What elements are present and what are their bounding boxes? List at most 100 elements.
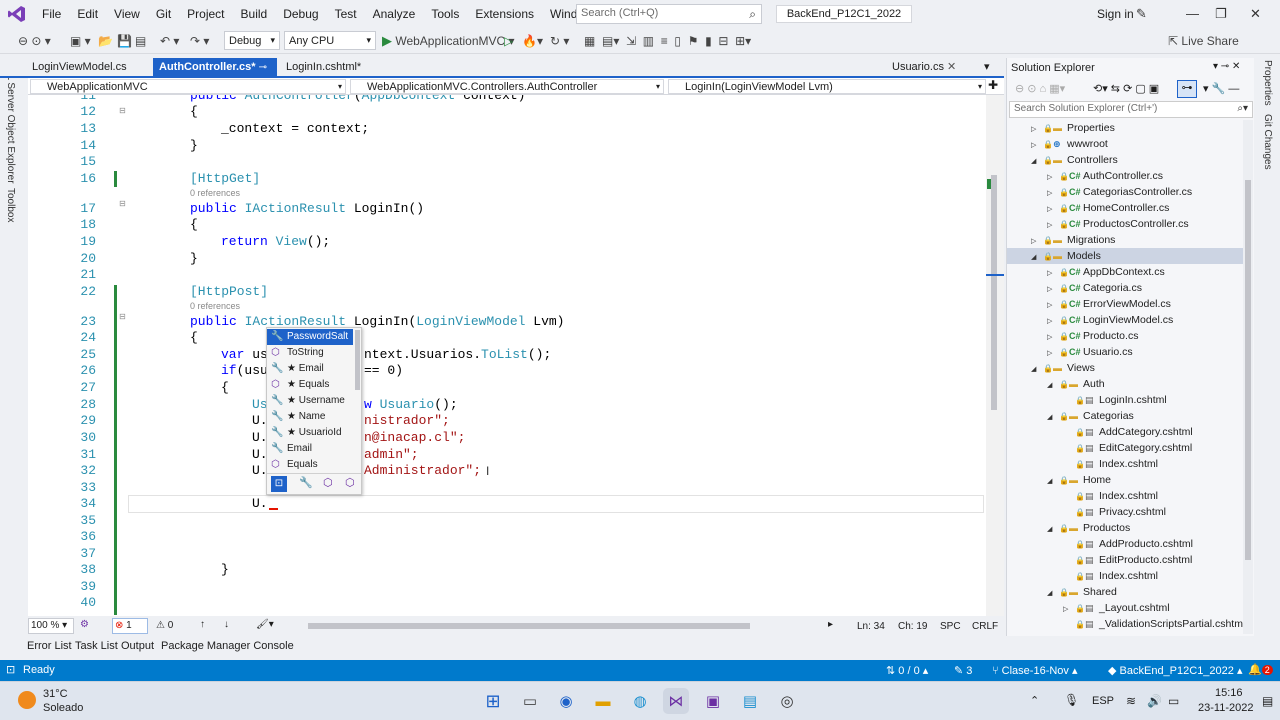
codelens-references[interactable]: 0 references	[190, 188, 240, 198]
tree-item[interactable]: ▷ 🔒C# ErrorViewModel.cs	[1007, 296, 1243, 312]
tree-item[interactable]: ◢ 🔒▬ Controllers	[1007, 152, 1243, 168]
tree-item[interactable]: ▷ 🔒▬ Properties	[1007, 120, 1243, 136]
menu-extensions[interactable]: Extensions	[467, 0, 542, 28]
refresh-icon[interactable]: ↻ ▾	[550, 32, 569, 50]
se-nav-icons[interactable]: ⊖ ⊙ ⌂ ▦▾	[1015, 82, 1065, 95]
tree-item[interactable]: ▷ 🔒▬ Migrations	[1007, 232, 1243, 248]
code-cleanup-icon[interactable]: 🖌▾	[256, 619, 274, 630]
codelens-references[interactable]: 0 references	[190, 301, 240, 311]
se-scrollbar[interactable]	[1243, 120, 1253, 634]
toolbox-tab[interactable]: Toolbox	[5, 188, 16, 222]
clock-date[interactable]: 23-11-2022	[1198, 702, 1253, 714]
tree-item[interactable]: 🔒▤ AddProducto.cshtml	[1007, 536, 1243, 552]
repository-selector[interactable]: ◆ BackEnd_P12C1_2022 ▴	[1108, 664, 1242, 677]
split-editor-icon[interactable]: ✚	[988, 78, 998, 92]
task-view-icon[interactable]: ▭	[517, 688, 543, 714]
git-changes-tab[interactable]: Git Changes	[1262, 114, 1273, 170]
live-share-button[interactable]: ⇱ Live Share	[1168, 32, 1239, 50]
tree-item[interactable]: ▷ 🔒C# CategoriasController.cs	[1007, 184, 1243, 200]
window-options-icons[interactable]: ▾ ⊸ ✕	[1213, 61, 1240, 72]
error-list-tab[interactable]: Error List	[27, 640, 72, 652]
tree-item[interactable]: 🔒▤ _ValidationScriptsPartial.cshtml	[1007, 616, 1245, 632]
tree-item[interactable]: 🔒▤ Index.cshtml	[1007, 488, 1243, 504]
tree-item[interactable]: 🔒▤ Privacy.cshtml	[1007, 504, 1243, 520]
tab-overflow-icon[interactable]: ▾ ⚙	[978, 58, 1002, 92]
open-folder-icon[interactable]: 📂	[98, 32, 113, 50]
menu-test[interactable]: Test	[327, 0, 365, 28]
scrollbar-thumb[interactable]	[991, 175, 997, 410]
close-button[interactable]: ✕	[1250, 6, 1261, 22]
tree-item[interactable]: ◢ 🔒▬ Categorias	[1007, 408, 1243, 424]
filter-methods-icon[interactable]: ⬡	[323, 476, 333, 489]
solution-explorer-search[interactable]: Search Solution Explorer (Ctrl+') ⌕▾	[1009, 101, 1253, 118]
se-more-icons[interactable]: ▾ 🔧 —	[1203, 82, 1239, 95]
toolbar-icons-group[interactable]: ▦ ▤▾ ⇲ ▥ ≡ ▯ ⚑ ▮ ⊟ ⊞▾	[584, 32, 751, 50]
intellicode-icon[interactable]: ⚙	[80, 619, 89, 630]
tree-item[interactable]: ◢ 🔒▬ Productos	[1007, 520, 1243, 536]
battery-icon[interactable]: ▭	[1168, 694, 1179, 708]
tree-item[interactable]: ◢ 🔒▬ Models	[1007, 248, 1243, 264]
menu-analyze[interactable]: Analyze	[365, 0, 424, 28]
clock-time[interactable]: 15:16	[1215, 687, 1243, 699]
tree-item[interactable]: ▷ 🔒C# Producto.cs	[1007, 328, 1243, 344]
tree-item[interactable]: ▷ 🔒⊕ wwwroot	[1007, 136, 1243, 152]
save-all-icon[interactable]: ▤	[135, 32, 146, 50]
class-dropdown[interactable]: WebApplicationMVC.Controllers.AuthContro…	[350, 79, 664, 94]
save-icon[interactable]: 💾	[117, 32, 132, 50]
account-icon[interactable]: ✎	[1136, 6, 1147, 22]
warning-count[interactable]: ⚠ 0	[156, 620, 173, 631]
tray-chevron-icon[interactable]: ⌃	[1030, 694, 1039, 707]
tree-item[interactable]: 🔒▤ LoginIn.cshtml	[1007, 392, 1243, 408]
editor-vertical-scrollbar[interactable]	[986, 95, 1004, 616]
branch-selector[interactable]: ⑂ Clase-16-Nov ▴	[992, 664, 1078, 677]
fold-toggle-icon[interactable]: ⊟	[119, 199, 126, 208]
se-filter-icon[interactable]: ⊶	[1177, 80, 1197, 98]
menu-git[interactable]: Git	[148, 0, 179, 28]
ssms-icon[interactable]: ▣	[700, 688, 726, 714]
se-scrollbar-thumb[interactable]	[1245, 180, 1251, 560]
menu-edit[interactable]: Edit	[69, 0, 106, 28]
menu-debug[interactable]: Debug	[275, 0, 326, 28]
scroll-right-icon[interactable]: ▸	[828, 619, 833, 630]
properties-tab[interactable]: Properties	[1262, 60, 1273, 106]
redo-icon[interactable]: ↷ ▾	[190, 32, 209, 50]
tab-loginviewmodel[interactable]: LoginViewModel.cs	[26, 58, 152, 78]
undo-icon[interactable]: ↶ ▾	[160, 32, 179, 50]
notification-center-icon[interactable]: ▤	[1262, 694, 1273, 708]
tab-authcontroller[interactable]: AuthController.cs* ⊸ ✕	[153, 58, 277, 92]
tree-item[interactable]: ◢ 🔒▬ Shared	[1007, 584, 1243, 600]
notifications-icon[interactable]: 🔔 2	[1248, 663, 1273, 676]
tree-item[interactable]: ▷ 🔒C# HomeController.cs	[1007, 200, 1243, 216]
tree-item[interactable]: ▷ 🔒C# Categoria.cs	[1007, 280, 1243, 296]
start-without-debug-icon[interactable]: ▷	[504, 32, 513, 50]
hot-reload-icon[interactable]: 🔥 ▾	[522, 32, 543, 50]
filter-properties-icon[interactable]: 🔧	[299, 476, 313, 489]
tree-item[interactable]: ▷ 🔒C# AppDbContext.cs	[1007, 264, 1243, 280]
microphone-icon[interactable]: 🎙	[1064, 693, 1079, 707]
tree-item[interactable]: ▷ 🔒C# Usuario.cs	[1007, 344, 1243, 360]
remote-desktop-icon[interactable]: ▤	[737, 688, 763, 714]
tree-item[interactable]: ▷ 🔒C# AuthController.cs	[1007, 168, 1243, 184]
intellisense-item[interactable]: 🔧 ★ UsuarioId	[267, 425, 353, 441]
tree-item[interactable]: 🔒▤ Index.cshtml	[1007, 456, 1243, 472]
project-dropdown[interactable]: WebApplicationMVC ▾	[30, 79, 346, 94]
pin-icon[interactable]: ⊸	[259, 62, 267, 73]
file-explorer-icon[interactable]: ▬	[590, 688, 616, 714]
search-input[interactable]: Search (Ctrl+Q) ⌕	[576, 4, 762, 24]
back-icon[interactable]: ⊖ ⊙ ▾	[18, 32, 51, 50]
menu-build[interactable]: Build	[233, 0, 276, 28]
intellisense-item[interactable]: 🔧 PasswordSalt	[267, 329, 353, 345]
tree-item[interactable]: 🔒▤ EditCategory.cshtml	[1007, 440, 1243, 456]
configuration-dropdown[interactable]: Debug ▾	[224, 31, 280, 50]
volume-icon[interactable]: 🔊	[1147, 694, 1162, 708]
se-sync-icon[interactable]: ⟲▾ ⇆ ⟳ ▢ ▣	[1093, 82, 1159, 95]
next-issue-icon[interactable]: ↓	[224, 619, 229, 630]
intellisense-item[interactable]: 🔧 ★ Name	[267, 409, 353, 425]
filter-extension-methods-icon[interactable]: ⬡	[345, 476, 355, 489]
visual-studio-icon[interactable]: ⋈	[663, 688, 689, 714]
wifi-icon[interactable]: ≋	[1126, 694, 1136, 708]
intellisense-item[interactable]: 🔧 ★ Email	[267, 361, 353, 377]
tree-item[interactable]: ▷ 🔒▤ _Layout.cshtml	[1007, 600, 1243, 616]
code-editor[interactable]: 11 12 13 14 15 16 17 18 19 20 21 22 23 24 25 26 27 28 29 30…	[28, 95, 986, 616]
package-manager-console-tab[interactable]: Package Manager Console	[161, 640, 294, 652]
